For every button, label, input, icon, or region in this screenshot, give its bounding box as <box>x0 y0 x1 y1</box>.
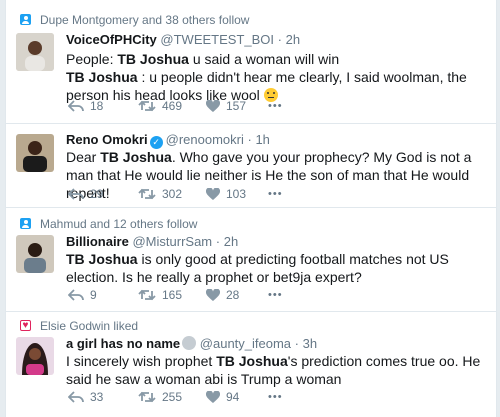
like-count: 28 <box>226 288 240 302</box>
user-name[interactable]: Reno Omokri <box>66 132 148 147</box>
retweet-count: 165 <box>162 288 183 302</box>
retweet-button[interactable]: 469 <box>138 99 206 113</box>
reply-button[interactable]: 33 <box>68 390 138 404</box>
like-button[interactable]: 157 <box>206 99 268 113</box>
more-icon: ••• <box>268 188 283 200</box>
reply-count: 33 <box>90 390 104 404</box>
reply-button[interactable]: 29 <box>68 187 138 201</box>
user-name[interactable]: a girl has no name <box>66 336 180 351</box>
more-button[interactable]: ••• <box>268 188 283 200</box>
follow-icon <box>20 218 31 229</box>
tweet-context: Mahmud and 12 others follow <box>20 217 198 231</box>
reply-count: 29 <box>90 187 104 201</box>
separator-dot: · <box>294 336 299 351</box>
like-count: 94 <box>226 390 240 404</box>
tweet[interactable]: Reno Omokri ✓ @renoomokri · 1h Dear TB Jos… <box>6 124 496 208</box>
reply-icon <box>68 289 84 301</box>
like-button[interactable]: 94 <box>206 390 268 404</box>
tweet-header: VoiceOfPHCity @TWEETEST_BOI · 2h <box>66 32 300 47</box>
tweet[interactable]: Dupe Montgomery and 38 others follow Voi… <box>6 0 496 124</box>
retweet-button[interactable]: 302 <box>138 187 206 201</box>
like-button[interactable]: 103 <box>206 187 268 201</box>
avatar[interactable] <box>16 134 54 172</box>
reply-icon <box>68 188 84 200</box>
tweet-actions: 18 469 157 ••• <box>68 99 283 113</box>
like-button[interactable]: 28 <box>206 288 268 302</box>
tweet[interactable]: Mahmud and 12 others follow Billionaire … <box>6 208 496 312</box>
avatar[interactable] <box>16 337 54 375</box>
tweet-time[interactable]: 1h <box>255 132 269 147</box>
user-handle[interactable]: @renoomokri <box>166 132 244 147</box>
reply-count: 18 <box>90 99 104 113</box>
context-text: Dupe Montgomery and 38 others follow <box>40 13 250 27</box>
user-handle[interactable]: @aunty_ifeoma <box>200 336 291 351</box>
tweet-text: People: TB Joshua u said a woman will wi… <box>66 51 467 103</box>
tweet[interactable]: ♥ Elsie Godwin liked a girl has no name … <box>6 312 496 417</box>
reply-count: 9 <box>90 288 97 302</box>
tweet-header: a girl has no name @aunty_ifeoma · 3h <box>66 336 317 351</box>
reply-icon <box>68 100 84 112</box>
tweet-time[interactable]: 3h <box>303 336 317 351</box>
tweet-time[interactable]: 2h <box>286 32 300 47</box>
separator-dot: · <box>247 132 252 147</box>
avatar[interactable] <box>16 235 54 273</box>
retweet-button[interactable]: 255 <box>138 390 206 404</box>
retweet-icon <box>138 289 156 301</box>
more-button[interactable]: ••• <box>268 100 283 112</box>
emoji-icon <box>182 336 197 350</box>
separator-dot: · <box>215 234 221 249</box>
tweet-time[interactable]: 2h <box>224 234 238 249</box>
tweet-header: Reno Omokri ✓ @renoomokri · 1h <box>66 132 270 149</box>
user-handle[interactable]: @MisturrSam <box>132 234 212 249</box>
user-handle[interactable]: @TWEETEST_BOI <box>160 32 274 47</box>
timeline: Dupe Montgomery and 38 others follow Voi… <box>5 0 497 417</box>
retweet-count: 255 <box>162 390 183 404</box>
retweet-icon <box>138 188 156 200</box>
tweet-actions: 9 165 28 ••• <box>68 288 283 302</box>
retweet-count: 469 <box>162 99 183 113</box>
reply-icon <box>68 391 84 403</box>
more-button[interactable]: ••• <box>268 289 283 301</box>
heart-icon <box>206 99 220 112</box>
context-text: Elsie Godwin liked <box>40 319 139 333</box>
reply-button[interactable]: 9 <box>68 288 138 302</box>
like-count: 103 <box>226 187 247 201</box>
heart-icon: ♥ <box>20 320 31 331</box>
avatar[interactable] <box>16 33 54 71</box>
user-name[interactable]: VoiceOfPHCity <box>66 32 157 47</box>
heart-icon <box>206 187 220 200</box>
tweet-text: TB Joshua is only good at predicting foo… <box>66 251 449 285</box>
tweet-actions: 29 302 103 ••• <box>68 187 283 201</box>
context-text: Mahmud and 12 others follow <box>40 217 198 231</box>
reply-button[interactable]: 18 <box>68 99 138 113</box>
retweet-icon <box>138 391 156 403</box>
user-name[interactable]: Billionaire <box>66 234 129 249</box>
more-button[interactable]: ••• <box>268 391 283 403</box>
retweet-count: 302 <box>162 187 183 201</box>
tweet-context: Dupe Montgomery and 38 others follow <box>20 13 250 27</box>
tweet-actions: 33 255 94 ••• <box>68 390 283 404</box>
tweet-header: Billionaire @MisturrSam · 2h <box>66 234 238 249</box>
more-icon: ••• <box>268 100 283 112</box>
retweet-icon <box>138 100 156 112</box>
separator-dot: · <box>277 32 282 47</box>
more-icon: ••• <box>268 391 283 403</box>
heart-icon <box>206 390 220 403</box>
tweet-text: I sincerely wish prophet TB Joshua's pre… <box>66 353 481 387</box>
retweet-button[interactable]: 165 <box>138 288 206 302</box>
follow-icon <box>20 14 31 25</box>
tweet-context: ♥ Elsie Godwin liked <box>20 319 139 333</box>
heart-icon <box>206 288 220 301</box>
more-icon: ••• <box>268 289 283 301</box>
like-count: 157 <box>226 99 247 113</box>
